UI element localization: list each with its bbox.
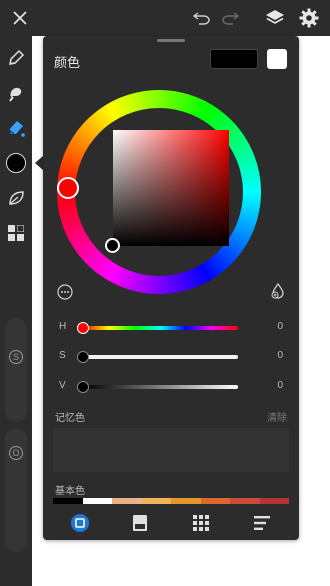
value-slider[interactable] (83, 385, 238, 389)
tool-pen[interactable] (0, 42, 32, 74)
more-options-button[interactable] (57, 284, 73, 300)
opacity-slider[interactable]: O (5, 428, 27, 552)
close-icon (13, 11, 27, 25)
value-value[interactable]: 0 (277, 380, 283, 391)
color-mode-tabs (43, 508, 299, 538)
saturation-value-square[interactable] (113, 130, 229, 246)
drag-handle[interactable] (157, 39, 185, 42)
saturation-label: S (59, 350, 66, 361)
hue-knob[interactable] (57, 177, 79, 199)
tool-eraser[interactable] (0, 112, 32, 144)
grid-squares-icon (8, 225, 24, 241)
layers-button[interactable] (258, 0, 292, 36)
brush-size-slider[interactable]: S (5, 318, 27, 422)
tool-sidebar: S O (0, 36, 32, 586)
basic-color-swatch[interactable] (171, 498, 201, 504)
eyedropper-add-button[interactable] (269, 282, 287, 300)
current-color-swatch (6, 153, 26, 173)
hue-slider[interactable] (83, 326, 238, 330)
pen-icon (9, 49, 25, 65)
basic-color-swatch[interactable] (141, 498, 171, 504)
memory-colors-area[interactable] (53, 428, 289, 472)
sliders-list-icon (254, 516, 270, 530)
previous-color-preview[interactable] (267, 49, 287, 69)
basic-colors-strip (53, 498, 289, 504)
basic-color-swatch[interactable] (200, 498, 230, 504)
redo-icon (222, 12, 239, 25)
memory-colors-label: 记忆色 (55, 413, 85, 424)
saturation-slider-row: S 0 (57, 349, 289, 365)
opacity-knob[interactable]: O (9, 446, 23, 460)
eraser-icon (8, 121, 25, 137)
tab-grid[interactable] (190, 512, 212, 534)
redo-button[interactable] (216, 0, 244, 36)
swatch-card-icon (133, 515, 147, 531)
tab-swatches[interactable] (129, 512, 151, 534)
basic-colors-label: 基本色 (55, 486, 85, 497)
value-slider-knob[interactable] (77, 381, 89, 393)
undo-icon (193, 12, 210, 25)
tool-materials[interactable] (0, 217, 32, 249)
leaf-icon (9, 191, 24, 205)
grid-icon (193, 515, 209, 531)
gear-icon (299, 8, 319, 28)
top-toolbar (0, 0, 330, 36)
clear-button[interactable]: 清除 (267, 409, 287, 424)
close-button[interactable] (4, 0, 36, 36)
hue-slider-knob[interactable] (77, 322, 89, 334)
basic-color-swatch[interactable] (230, 498, 260, 504)
current-color-preview (210, 49, 258, 69)
saturation-slider[interactable] (83, 355, 238, 359)
saturation-value[interactable]: 0 (277, 350, 283, 361)
value-label: V (59, 380, 66, 391)
hue-slider-row: H 0 (57, 320, 289, 336)
basic-color-swatch[interactable] (112, 498, 142, 504)
tool-color[interactable] (0, 147, 32, 179)
more-icon (57, 284, 73, 300)
smudge-icon (9, 87, 22, 102)
tool-leaf[interactable] (0, 182, 32, 214)
wheel-mode-icon (71, 514, 89, 532)
hue-value[interactable]: 0 (277, 321, 283, 332)
saturation-slider-knob[interactable] (77, 351, 89, 363)
hue-label: H (59, 321, 67, 332)
layers-icon (266, 10, 284, 24)
undo-button[interactable] (188, 0, 216, 36)
tab-wheel[interactable] (69, 512, 91, 534)
drop-plus-icon (271, 282, 284, 299)
color-panel: 颜色 H 0 S 0 V 0 记忆色 清除 基本色 (43, 36, 299, 540)
brush-size-knob[interactable]: S (9, 350, 23, 364)
value-slider-row: V 0 (57, 379, 289, 395)
saturation-value-knob[interactable] (105, 238, 120, 253)
basic-color-swatch[interactable] (53, 498, 83, 504)
panel-title: 颜色 (54, 55, 81, 70)
panel-pointer (35, 156, 43, 170)
settings-button[interactable] (292, 0, 326, 36)
tab-sliders[interactable] (252, 512, 274, 534)
basic-color-swatch[interactable] (82, 498, 112, 504)
tool-smudge[interactable] (0, 78, 32, 110)
basic-color-swatch[interactable] (259, 498, 289, 504)
